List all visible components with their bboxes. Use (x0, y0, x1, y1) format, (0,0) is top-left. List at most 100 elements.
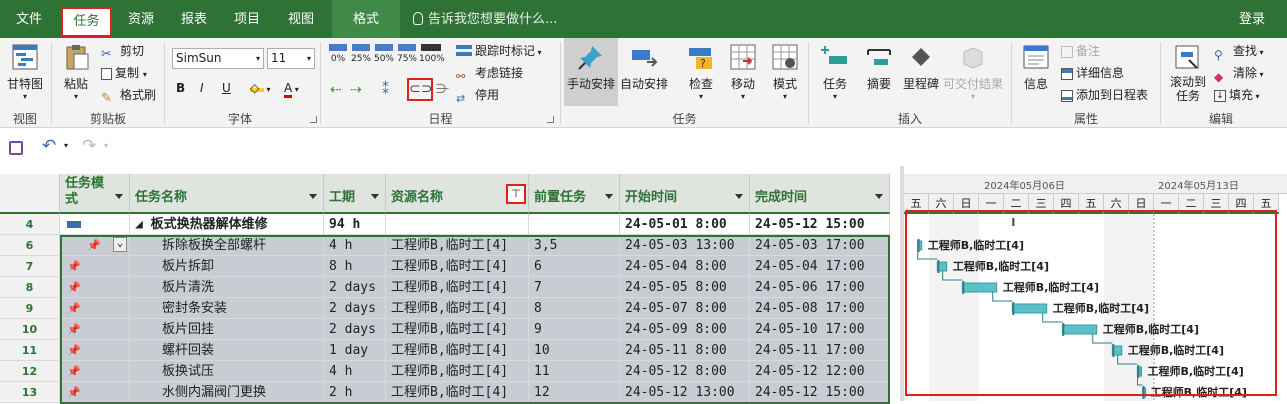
redo-icon[interactable]: ↷ (82, 136, 96, 156)
tab-project[interactable]: 项目 (222, 0, 272, 38)
tab-report[interactable]: 报表 (168, 0, 220, 38)
task-duration-cell[interactable]: 2 days (324, 319, 386, 340)
task-mode-cell[interactable]: 📌 (60, 382, 130, 403)
task-resource-cell[interactable]: 工程师B,临时工[4] (386, 382, 529, 403)
row-id[interactable]: 13 (0, 382, 60, 403)
task-mode-cell[interactable] (60, 214, 130, 235)
task-finish-cell[interactable]: 24-05-10 17:00 (750, 319, 890, 340)
task-start-cell[interactable]: 24-05-04 8:00 (620, 256, 750, 277)
pct75-button[interactable]: 75% (396, 44, 418, 68)
row-id[interactable]: 10 (0, 319, 60, 340)
task-pred-cell[interactable]: 6 (529, 256, 620, 277)
task-mode-cell[interactable]: 📌 (60, 361, 130, 382)
task-pred-cell[interactable]: 12 (529, 382, 620, 403)
task-duration-cell[interactable]: 94 h (324, 214, 386, 235)
col-header-predecessors[interactable]: 前置任务 (529, 174, 620, 214)
table-row[interactable]: 8 📌 板片清洗 2 days 工程师B,临时工[4] 7 24-05-05 8:00 24-… (0, 277, 900, 298)
underline-button[interactable]: U (222, 78, 231, 98)
col-header-start[interactable]: 开始时间 (620, 174, 750, 214)
task-resource-cell[interactable]: 工程师B,临时工[4] (386, 298, 529, 319)
cut-button[interactable]: ✂ 剪切 (101, 41, 144, 62)
task-mode-cell[interactable]: 📌 (60, 256, 130, 277)
copy-button[interactable]: 复制 ▾ (101, 63, 147, 83)
task-finish-cell[interactable]: 24-05-04 17:00 (750, 256, 890, 277)
chevron-down-icon[interactable] (115, 194, 123, 199)
table-row[interactable]: 9 📌 密封条安装 2 days 工程师B,临时工[4] 8 24-05-07 8:00 24… (0, 298, 900, 319)
unlink-tasks-button[interactable]: ⋺ (436, 80, 449, 100)
paste-button[interactable]: 粘贴 ▾ (57, 42, 95, 101)
format-painter-button[interactable]: ✎ 格式刷 (101, 85, 156, 106)
find-button[interactable]: ⚲ 查找 ▾ (1214, 41, 1264, 62)
save-icon[interactable] (9, 141, 23, 155)
link-tasks-button[interactable]: ⊂⊃ (407, 78, 433, 101)
mark-on-track-button[interactable]: 跟踪时标记 ▾ (456, 41, 542, 61)
gantt-chart-button[interactable]: 甘特图 ▾ (3, 42, 47, 101)
manual-schedule-button[interactable]: 手动安排 (564, 38, 618, 106)
insert-task-button[interactable]: 任务 ▾ (818, 42, 852, 101)
task-start-cell[interactable]: 24-05-03 13:00 (620, 235, 750, 256)
table-row[interactable]: 11 📌 螺杆回装 1 day 工程师B,临时工[4] 10 24-05-11 8:00 24… (0, 340, 900, 361)
col-header-resource[interactable]: 资源名称 ⊤ (386, 174, 529, 214)
task-mode-cell[interactable]: 📌 (60, 277, 130, 298)
col-header-task-name[interactable]: 任务名称 (130, 174, 324, 214)
undo-icon[interactable]: ↶ (42, 136, 56, 156)
task-name-cell[interactable]: 板片拆卸 (130, 256, 324, 277)
task-duration-cell[interactable]: 8 h (324, 256, 386, 277)
task-name-cell[interactable]: 板片回挂 (130, 319, 324, 340)
task-pred-cell[interactable]: 9 (529, 319, 620, 340)
task-resource-cell[interactable]: 工程师B,临时工[4] (386, 361, 529, 382)
chevron-down-icon[interactable]: ⌄ (113, 237, 127, 252)
pct100-button[interactable]: 100% (419, 44, 445, 68)
add-to-timeline-button[interactable]: 添加到日程表 (1061, 85, 1148, 105)
task-mode-cell[interactable]: 📌 ⌄ (60, 235, 130, 256)
task-finish-cell[interactable]: 24-05-08 17:00 (750, 298, 890, 319)
task-duration-cell[interactable]: 4 h (324, 361, 386, 382)
task-start-cell[interactable]: 24-05-12 13:00 (620, 382, 750, 403)
task-start-cell[interactable]: 24-05-01 8:00 (620, 214, 750, 235)
task-resource-cell[interactable] (386, 214, 529, 235)
col-header-task-mode[interactable]: 任务模式 (60, 174, 130, 214)
chevron-down-icon[interactable] (309, 194, 317, 199)
task-name-cell[interactable]: 板片清洗 (130, 277, 324, 298)
task-resource-cell[interactable]: 工程师B,临时工[4] (386, 235, 529, 256)
row-id[interactable]: 11 (0, 340, 60, 361)
italic-button[interactable]: I (200, 78, 204, 98)
task-duration-cell[interactable]: 2 days (324, 298, 386, 319)
tab-resource[interactable]: 资源 (116, 0, 166, 38)
task-resource-cell[interactable]: 工程师B,临时工[4] (386, 319, 529, 340)
tab-task[interactable]: 任务 (61, 7, 112, 37)
information-button[interactable]: 信息 (1019, 42, 1053, 92)
task-start-cell[interactable]: 24-05-07 8:00 (620, 298, 750, 319)
chevron-down-icon[interactable] (371, 194, 379, 199)
move-button[interactable]: 移动 ▾ (726, 42, 760, 101)
outdent-button[interactable]: ⇠ (330, 80, 342, 100)
task-pred-cell[interactable] (529, 214, 620, 235)
task-start-cell[interactable]: 24-05-05 8:00 (620, 277, 750, 298)
details-button[interactable]: 详细信息 (1061, 63, 1124, 83)
task-finish-cell[interactable]: 24-05-12 15:00 (750, 382, 890, 403)
task-pred-cell[interactable]: 10 (529, 340, 620, 361)
task-resource-cell[interactable]: 工程师B,临时工[4] (386, 277, 529, 298)
table-row[interactable]: 13 📌 水侧内漏阀门更换 2 h 工程师B,临时工[4] 12 24-05-12 13:0… (0, 382, 900, 403)
clear-button[interactable]: ◆ 清除 ▾ (1214, 63, 1264, 84)
task-mode-cell[interactable]: 📌 (60, 319, 130, 340)
col-header-duration[interactable]: 工期 (324, 174, 386, 214)
select-all-corner[interactable] (0, 174, 60, 214)
tab-format[interactable]: 格式 (332, 0, 400, 38)
notes-button[interactable]: 备注 (1061, 41, 1100, 61)
table-row[interactable]: 6 📌 ⌄ 拆除板换全部螺杆 4 h 工程师B,临时工[4] 3,5 24-05-03 13:… (0, 235, 900, 256)
task-pred-cell[interactable]: 8 (529, 298, 620, 319)
tab-file[interactable]: 文件 (0, 0, 58, 38)
table-row[interactable]: 10 📌 板片回挂 2 days 工程师B,临时工[4] 9 24-05-09 8:00 24… (0, 319, 900, 340)
milestone-button[interactable]: 里程碑 (900, 42, 942, 92)
font-name-select[interactable]: SimSun ▾ (172, 48, 264, 69)
split-button[interactable]: ⁑ (382, 80, 389, 100)
fill-button[interactable]: ↓ 填充 ▾ (1214, 85, 1260, 105)
chevron-down-icon[interactable] (735, 194, 743, 199)
indent-button[interactable]: ⇢ (350, 80, 362, 100)
task-finish-cell[interactable]: 24-05-12 12:00 (750, 361, 890, 382)
row-id[interactable]: 12 (0, 361, 60, 382)
task-name-cell[interactable]: 拆除板换全部螺杆 (130, 235, 324, 256)
dialog-launcher-icon[interactable] (547, 116, 554, 123)
task-pred-cell[interactable]: 7 (529, 277, 620, 298)
